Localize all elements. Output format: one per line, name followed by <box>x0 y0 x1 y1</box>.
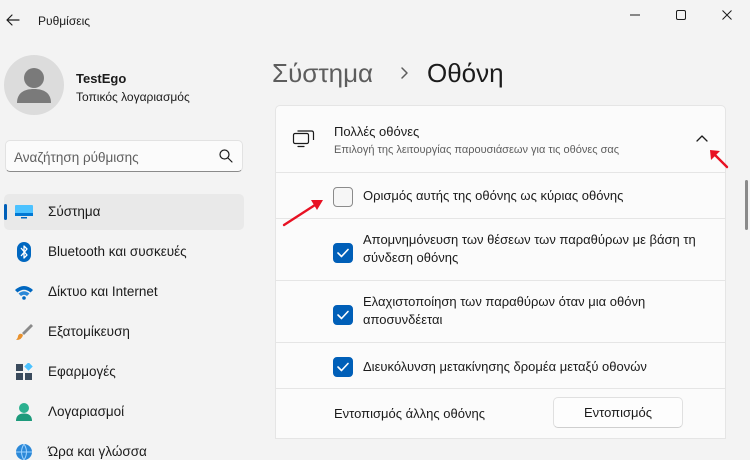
sidebar-item-system[interactable]: Σύστημα <box>4 194 244 230</box>
sidebar-item-time-language[interactable]: Ώρα και γλώσσα <box>4 434 244 460</box>
account-icon <box>14 402 34 422</box>
title-bar: Ρυθμίσεις <box>0 0 750 40</box>
scrollbar-thumb[interactable] <box>745 180 748 230</box>
ease-cursor-checkbox[interactable] <box>333 357 353 377</box>
multiple-displays-header[interactable]: Πολλές οθόνες Επιλογή της λειτουργίας πα… <box>275 105 726 173</box>
sidebar-item-label: Εφαρμογές <box>48 364 116 379</box>
multiple-displays-card: Πολλές οθόνες Επιλογή της λειτουργίας πα… <box>275 105 726 460</box>
close-button[interactable] <box>704 2 750 28</box>
app-title: Ρυθμίσεις <box>38 14 91 28</box>
system-monitor-icon <box>14 202 34 222</box>
sidebar-item-label: Δίκτυο και Internet <box>48 284 158 299</box>
minimize-icon <box>630 14 640 16</box>
sidebar-item-bluetooth[interactable]: Bluetooth και συσκευές <box>4 234 244 270</box>
multiple-monitors-icon <box>292 130 315 148</box>
bluetooth-icon <box>14 242 34 262</box>
option-label: Ελαχιστοποίηση των παραθύρων όταν μια οθ… <box>363 294 646 327</box>
sidebar-item-network[interactable]: Δίκτυο και Internet <box>4 274 244 310</box>
sidebar-item-label: Εξατομίκευση <box>48 324 130 339</box>
globe-clock-icon <box>14 442 34 460</box>
checkmark-icon <box>337 248 349 258</box>
option-row-ease-cursor: Διευκόλυνση μετακίνησης δρομέα μεταξύ οθ… <box>275 343 726 389</box>
page-title: Οθόνη <box>427 58 504 88</box>
sidebar-item-label: Λογαριασμοί <box>48 404 125 419</box>
annotation-arrow-icon <box>710 150 729 169</box>
card-subtitle: Επιλογή της λειτουργίας παρουσιάσεων για… <box>334 144 620 156</box>
breadcrumb-parent[interactable]: Σύστημα <box>272 58 373 89</box>
sidebar-item-label: Bluetooth και συσκευές <box>48 244 187 259</box>
primary-display-checkbox[interactable] <box>333 187 353 207</box>
close-icon <box>722 10 732 20</box>
detect-button[interactable]: Εντοπισμός <box>553 397 683 428</box>
avatar[interactable] <box>4 55 64 115</box>
sidebar-item-personalization[interactable]: Εξατομίκευση <box>4 314 244 350</box>
back-button[interactable] <box>2 8 24 32</box>
search-input[interactable] <box>14 147 214 167</box>
annotation-arrow-icon <box>282 200 323 227</box>
maximize-button[interactable] <box>658 2 704 28</box>
option-row-primary-display: Ορισμός αυτής της οθόνης ως κύριας οθόνη… <box>275 173 726 219</box>
option-row-minimize-windows: Ελαχιστοποίηση των παραθύρων όταν μια οθ… <box>275 281 726 343</box>
detect-display-row: Εντοπισμός άλλης οθόνης Εντοπισμός <box>275 389 726 439</box>
sidebar-item-label: Σύστημα <box>48 204 101 219</box>
sidebar-item-label: Ώρα και γλώσσα <box>48 444 147 459</box>
option-label: Διευκόλυνση μετακίνησης δρομέα μεταξύ οθ… <box>363 359 647 374</box>
minimize-windows-checkbox[interactable] <box>333 305 353 325</box>
chevron-right-icon <box>401 67 408 79</box>
paintbrush-icon <box>14 322 34 342</box>
user-name: TestEgo <box>76 71 127 86</box>
detect-label: Εντοπισμός άλλης οθόνης <box>334 406 485 421</box>
search-icon[interactable] <box>218 148 234 164</box>
wifi-icon <box>14 282 34 302</box>
sidebar-item-apps[interactable]: Εφαρμογές <box>4 354 244 390</box>
option-label: Ορισμός αυτής της οθόνης ως κύριας οθόνη… <box>363 188 624 203</box>
remember-positions-checkbox[interactable] <box>333 243 353 263</box>
selection-indicator <box>4 204 7 220</box>
minimize-button[interactable] <box>612 2 658 28</box>
checkmark-icon <box>337 362 349 372</box>
checkmark-icon <box>337 310 349 320</box>
account-type: Τοπικός λογαριασμός <box>76 90 190 104</box>
apps-icon <box>14 362 34 382</box>
sidebar-item-accounts[interactable]: Λογαριασμοί <box>4 394 244 430</box>
user-silhouette-icon <box>17 68 51 103</box>
back-arrow-icon <box>6 14 20 26</box>
search-box[interactable] <box>5 140 243 172</box>
card-title: Πολλές οθόνες <box>334 124 420 139</box>
option-label: Απομνημόνευση των θέσεων των παραθύρων μ… <box>363 232 696 265</box>
option-row-remember-positions: Απομνημόνευση των θέσεων των παραθύρων μ… <box>275 219 726 281</box>
maximize-icon <box>676 10 686 20</box>
